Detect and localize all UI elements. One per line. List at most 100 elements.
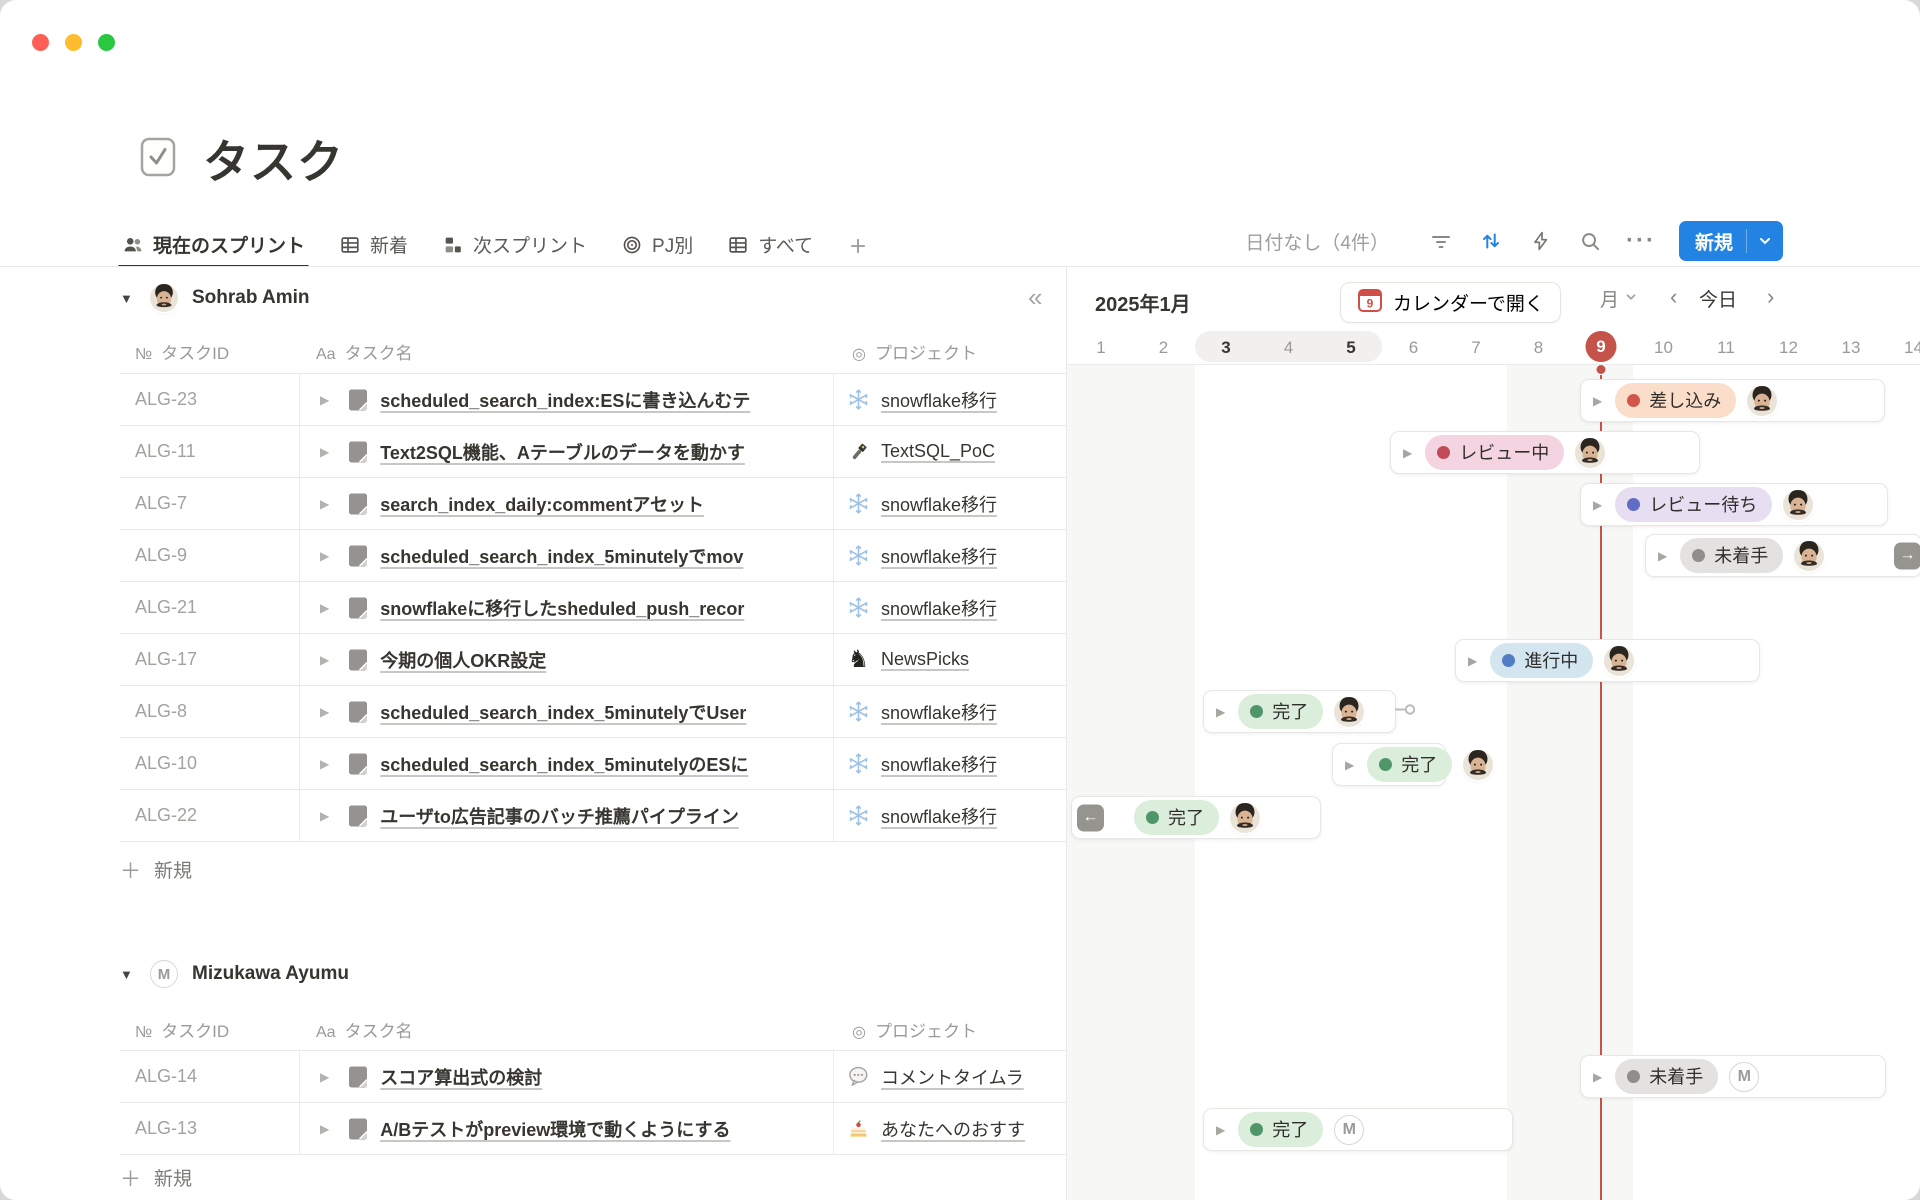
task-name-cell[interactable]: ▶scheduled_search_index_5minutelyのESに <box>299 738 833 789</box>
maximize-button[interactable] <box>98 34 115 51</box>
expand-bar-icon[interactable]: ▶ <box>1658 549 1667 563</box>
task-title-link[interactable]: ユーザto広告記事のバッチ推薦パイプライン <box>380 803 739 829</box>
more-options-icon[interactable]: ··· <box>1629 229 1653 253</box>
task-title-link[interactable]: snowflakeに移行したsheduled_push_recor <box>380 595 744 621</box>
project-cell[interactable]: snowflake移行 <box>833 374 1066 425</box>
task-id-cell[interactable]: ALG-14 <box>120 1051 299 1102</box>
task-title-link[interactable]: scheduled_search_index_5minutelyでUser <box>380 699 746 725</box>
task-id-cell[interactable]: ALG-9 <box>120 530 299 581</box>
expand-row-icon[interactable]: ▶ <box>320 497 329 511</box>
expand-bar-icon[interactable]: ▶ <box>1345 758 1354 772</box>
checkbox-page-icon[interactable] <box>137 136 179 183</box>
timeline-bar-完了[interactable]: ▶完了 <box>1332 743 1446 786</box>
expand-row-icon[interactable]: ▶ <box>320 1070 329 1084</box>
task-title-link[interactable]: scheduled_search_index_5minutelyでmov <box>380 543 743 569</box>
task-name-cell[interactable]: ▶ scheduled_search_index:ESに書き込んむテ <box>299 374 833 425</box>
timeline-bar-未着手[interactable]: ▶未着手→ <box>1645 534 1920 577</box>
automation-icon[interactable] <box>1529 229 1553 253</box>
task-title-link[interactable]: scheduled_search_index:ESに書き込んむテ <box>380 387 750 413</box>
task-title-link[interactable]: スコア算出式の検討 <box>380 1064 542 1090</box>
expand-row-icon[interactable]: ▶ <box>320 601 329 615</box>
expand-bar-icon[interactable]: ▶ <box>1593 498 1602 512</box>
task-id-cell[interactable]: ALG-11 <box>120 426 299 477</box>
expand-row-icon[interactable]: ▶ <box>320 445 329 459</box>
task-id-cell[interactable]: ALG-7 <box>120 478 299 529</box>
expand-row-icon[interactable]: ▶ <box>320 549 329 563</box>
date-label[interactable]: 14 <box>1904 338 1920 358</box>
date-label[interactable]: 12 <box>1779 338 1798 358</box>
add-new-row[interactable]: ＋新規 <box>120 841 1066 897</box>
today-date-badge[interactable]: 9 <box>1586 331 1617 362</box>
expand-row-icon[interactable]: ▶ <box>320 757 329 771</box>
filter-icon[interactable] <box>1429 229 1453 253</box>
timeline-bar-進行中[interactable]: ▶進行中 <box>1455 639 1760 682</box>
column-header-タスク名[interactable]: Aaタスク名 <box>299 339 833 364</box>
task-id-cell[interactable]: ALG-13 <box>120 1103 299 1154</box>
task-title-link[interactable]: search_index_daily:commentアセット <box>380 491 704 517</box>
task-name-cell[interactable]: ▶scheduled_search_index_5minutelyでUser <box>299 686 833 737</box>
date-label[interactable]: 3 <box>1221 338 1230 358</box>
task-title-link[interactable]: Text2SQL機能、Aテーブルのデータを動かす <box>380 439 745 465</box>
project-link[interactable]: snowflake移行 <box>881 595 997 621</box>
task-id-cell[interactable]: ALG-10 <box>120 738 299 789</box>
project-cell[interactable]: snowflake移行 <box>833 686 1066 737</box>
date-filter-label[interactable]: 日付なし（4件） <box>1245 228 1389 255</box>
task-name-cell[interactable]: ▶ snowflakeに移行したsheduled_push_recor <box>299 582 833 633</box>
project-cell[interactable]: snowflake移行 <box>833 478 1066 529</box>
expand-row-icon[interactable]: ▶ <box>320 393 329 407</box>
task-id-cell[interactable]: ALG-22 <box>120 790 299 841</box>
timeline-bar-差し込み[interactable]: ▶差し込み <box>1580 379 1885 422</box>
column-header-タスクID[interactable]: №タスクID <box>120 339 299 364</box>
today-button[interactable]: 今日 <box>1699 285 1737 312</box>
task-title-link[interactable]: A/Bテストがpreview環境で動くようにする <box>380 1116 730 1142</box>
timeline-bar-レビュー中[interactable]: ▶レビュー中 <box>1390 431 1700 474</box>
task-name-cell[interactable]: ▶ A/Bテストがpreview環境で動くようにする <box>299 1103 833 1154</box>
project-cell[interactable]: あなたへのおすす <box>833 1103 1066 1154</box>
project-link[interactable]: コメントタイムラ <box>881 1064 1024 1090</box>
date-label[interactable]: 1 <box>1096 338 1105 358</box>
timeline-bar-レビュー待ち[interactable]: ▶レビュー待ち <box>1580 483 1888 526</box>
date-label[interactable]: 11 <box>1717 338 1735 358</box>
project-link[interactable]: TextSQL_PoC <box>881 441 995 462</box>
project-cell[interactable]: snowflake移行 <box>833 738 1066 789</box>
project-link[interactable]: snowflake移行 <box>881 803 997 829</box>
add-new-row[interactable]: ＋新規 <box>120 1154 1066 1200</box>
date-label[interactable]: 2 <box>1159 338 1168 358</box>
task-id-cell[interactable]: ALG-8 <box>120 686 299 737</box>
project-cell[interactable]: TextSQL_PoC <box>833 426 1066 477</box>
timeline-bar-未着手[interactable]: ▶未着手M <box>1580 1055 1886 1098</box>
group-collapse-icon[interactable]: ▼ <box>120 967 136 982</box>
expand-bar-icon[interactable]: ▶ <box>1216 705 1225 719</box>
project-cell[interactable]: コメントタイムラ <box>833 1051 1066 1102</box>
project-link[interactable]: NewsPicks <box>881 649 969 670</box>
close-button[interactable] <box>32 34 49 51</box>
project-link[interactable]: snowflake移行 <box>881 751 997 777</box>
project-link[interactable]: snowflake移行 <box>881 491 997 517</box>
expand-bar-icon[interactable]: ▶ <box>1593 1070 1602 1084</box>
expand-bar-icon[interactable]: ▶ <box>1216 1123 1225 1137</box>
timeline-bar-完了[interactable]: ←完了 <box>1071 796 1321 839</box>
expand-row-icon[interactable]: ▶ <box>320 653 329 667</box>
expand-row-icon[interactable]: ▶ <box>320 1122 329 1136</box>
task-id-cell[interactable]: ALG-23 <box>120 374 299 425</box>
minimize-button[interactable] <box>65 34 82 51</box>
group-header[interactable]: ▼MMizukawa Ayumu <box>120 955 1066 993</box>
search-icon[interactable] <box>1579 229 1603 253</box>
project-link[interactable]: snowflake移行 <box>881 387 997 413</box>
project-cell[interactable]: ♞NewsPicks <box>833 634 1066 685</box>
date-label[interactable]: 13 <box>1842 338 1861 358</box>
task-name-cell[interactable]: ▶ スコア算出式の検討 <box>299 1051 833 1102</box>
task-name-cell[interactable]: ▶ Text2SQL機能、Aテーブルのデータを動かす <box>299 426 833 477</box>
column-header-プロジェクト[interactable]: ◎プロジェクト <box>833 1017 1066 1042</box>
date-label[interactable]: 8 <box>1534 338 1543 358</box>
project-link[interactable]: あなたへのおすす <box>881 1116 1025 1142</box>
add-view-tab[interactable] <box>847 222 869 267</box>
project-link[interactable]: snowflake移行 <box>881 699 997 725</box>
column-header-タスク名[interactable]: Aaタスク名 <box>299 1017 833 1042</box>
expand-row-icon[interactable]: ▶ <box>320 809 329 823</box>
timeline-bar-完了[interactable]: ▶完了M <box>1203 1108 1513 1151</box>
prev-period-icon[interactable]: ‹ <box>1670 284 1677 310</box>
project-link[interactable]: snowflake移行 <box>881 543 997 569</box>
sort-icon[interactable] <box>1479 229 1503 253</box>
project-cell[interactable]: snowflake移行 <box>833 582 1066 633</box>
